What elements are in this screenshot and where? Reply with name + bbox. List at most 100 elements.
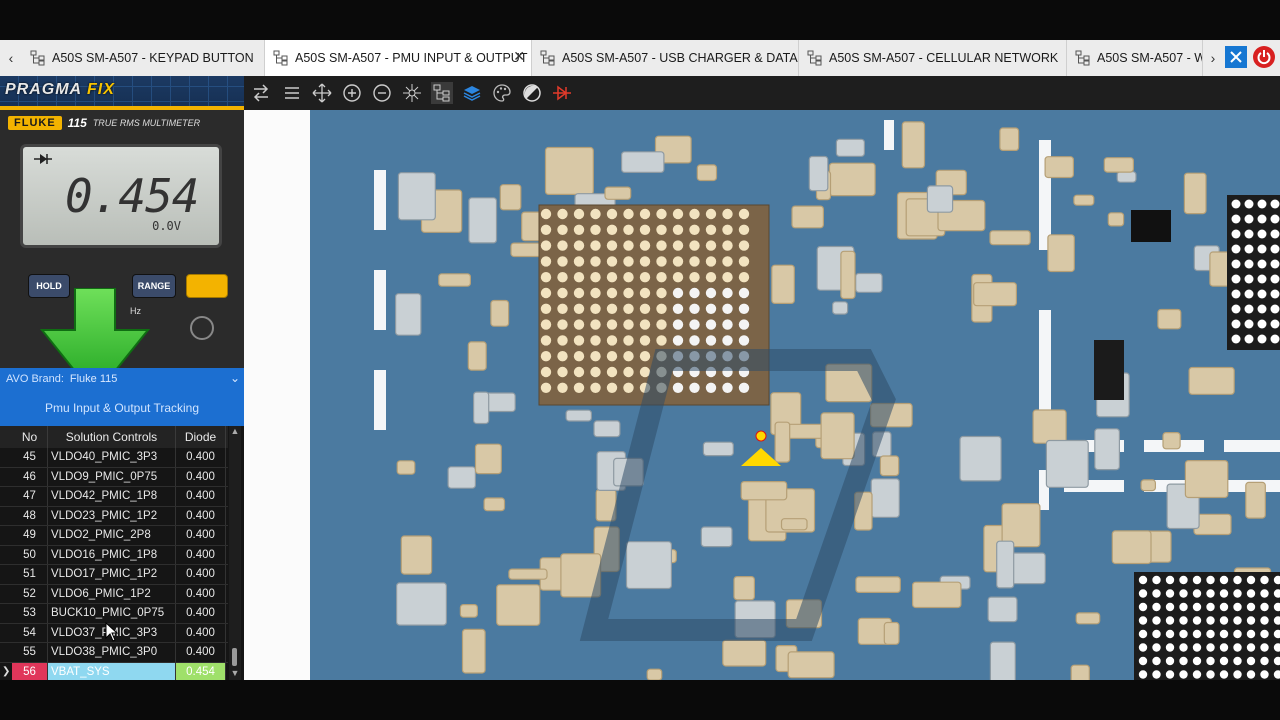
bga-ball — [1231, 229, 1241, 239]
network-button[interactable] — [401, 82, 423, 104]
row-number: 46 — [12, 467, 48, 486]
bga-ball — [606, 272, 618, 283]
bga-ball — [557, 335, 568, 346]
bga-ball — [540, 272, 552, 283]
table-row[interactable]: 53 BUCK10_PMIC_0P75 0.400 — [0, 604, 228, 624]
table-row[interactable]: 48 VLDO23_PMIC_1P2 0.400 — [0, 506, 228, 526]
zoom-out-button[interactable] — [371, 82, 393, 104]
bga-ball — [1246, 643, 1256, 652]
close-window-button[interactable] — [1225, 46, 1247, 68]
chevron-down-icon[interactable]: ⌄ — [230, 371, 240, 385]
layers-button[interactable] — [461, 82, 483, 104]
bga-ball — [1165, 589, 1175, 598]
row-solution-name: VLDO16_PMIC_1P8 — [48, 545, 176, 564]
contrast-button[interactable] — [521, 82, 543, 104]
bga-ball — [705, 287, 717, 299]
bga-ball — [1179, 589, 1188, 598]
bga-ball — [1179, 575, 1188, 585]
row-solution-name: VLDO2_PMIC_2P8 — [48, 526, 176, 545]
table-row[interactable]: ❯ 56 VBAT_SYS 0.454 — [0, 662, 228, 680]
table-row[interactable]: 52 VLDO6_PMIC_1P2 0.400 — [0, 584, 228, 604]
table-row[interactable]: 45 VLDO40_PMIC_3P3 0.400 — [0, 448, 228, 468]
bga-ball — [540, 335, 552, 346]
zoom-in-button[interactable] — [341, 82, 363, 104]
table-row[interactable]: 46 VLDO9_PMIC_0P75 0.400 — [0, 467, 228, 487]
tree-view-button[interactable] — [431, 82, 453, 104]
bga-ball — [672, 382, 684, 393]
palette-button[interactable] — [491, 82, 513, 104]
bga-ball — [606, 382, 618, 393]
board-view[interactable] — [244, 110, 1280, 680]
tab-pmu-input-output[interactable]: A50S SM-A507 - PMU INPUT & OUTPUT ✕ — [265, 40, 532, 76]
swap-button[interactable] — [250, 82, 272, 104]
component — [999, 127, 1020, 151]
tab-cellular-network[interactable]: A50S SM-A507 - CELLULAR NETWORK — [799, 40, 1067, 76]
move-button[interactable] — [311, 82, 333, 104]
scroll-thumb[interactable] — [232, 648, 237, 666]
table-row[interactable]: 51 VLDO17_PMIC_1P2 0.400 — [0, 565, 228, 585]
component — [496, 584, 541, 626]
bga-ball — [705, 224, 717, 235]
bga-ball — [656, 303, 667, 314]
row-diode-value: 0.400 — [176, 467, 226, 486]
bga-ball — [573, 351, 585, 362]
bga-ball — [606, 319, 618, 330]
component — [870, 478, 900, 518]
bga-ball — [573, 224, 585, 235]
bga-ball — [1165, 575, 1175, 585]
avo-brand-row[interactable]: AVO Brand: Fluke 115 ⌄ — [0, 368, 244, 390]
component — [808, 155, 829, 192]
tab-keypad-button[interactable]: A50S SM-A507 - KEYPAD BUTTON — [22, 40, 265, 76]
menu-button[interactable] — [281, 82, 303, 104]
power-icon — [1257, 50, 1271, 65]
component — [702, 441, 734, 457]
scroll-down-icon[interactable]: ▼ — [229, 668, 241, 678]
avo-brand-select[interactable]: Fluke 115 — [70, 373, 118, 385]
row-solution-name: BUCK10_PMIC_0P75 — [48, 604, 176, 623]
bga-ball — [656, 256, 667, 267]
table-row[interactable]: 50 VLDO16_PMIC_1P8 0.400 — [0, 545, 228, 565]
component — [791, 205, 824, 229]
bga-ball — [1179, 602, 1188, 612]
silkscreen-mark — [374, 170, 386, 230]
table-row[interactable]: 49 VLDO2_PMIC_2P8 0.400 — [0, 526, 228, 546]
vertical-scrollbar[interactable]: ▲ ▼ — [229, 426, 241, 680]
tab-scroll-right-icon[interactable]: › — [1202, 40, 1224, 76]
yellow-button[interactable] — [186, 274, 228, 298]
bga-ball — [623, 208, 634, 220]
bga-ball — [672, 319, 684, 330]
tab-usb-charger-data[interactable]: A50S SM-A507 - USB CHARGER & DATA — [532, 40, 799, 76]
bga-ball — [590, 335, 601, 346]
row-diode-value: 0.400 — [176, 565, 226, 584]
bga-ball — [623, 256, 634, 267]
component — [774, 421, 791, 463]
table-row[interactable]: 55 VLDO38_PMIC_3P0 0.400 — [0, 643, 228, 663]
bga-ball — [738, 287, 750, 299]
row-diode-value: 0.400 — [176, 526, 226, 545]
scroll-up-icon[interactable]: ▲ — [229, 426, 241, 436]
column-header-value[interactable]: Diode — [176, 426, 226, 448]
rotary-dial[interactable] — [190, 316, 214, 340]
diode-mode-button[interactable] — [551, 82, 573, 104]
component — [926, 185, 954, 213]
bga-ball — [590, 366, 601, 378]
column-header-name[interactable]: Solution Controls — [48, 426, 176, 448]
bga-ball — [672, 303, 684, 314]
row-solution-name: VBAT_SYS — [48, 662, 176, 680]
layers-icon — [463, 86, 481, 101]
component — [473, 391, 490, 425]
bga-ball — [540, 303, 552, 314]
table-row[interactable]: 47 VLDO42_PMIC_1P8 0.400 — [0, 487, 228, 507]
tab-partial[interactable]: A50S SM-A507 - W — [1067, 40, 1203, 76]
column-header-no[interactable]: No — [12, 426, 48, 448]
bga-ball — [1206, 656, 1215, 666]
component — [447, 466, 477, 489]
tab-scroll-left-icon[interactable]: ‹ — [0, 40, 22, 76]
bga-ball — [1257, 289, 1267, 299]
bga-ball — [672, 335, 684, 346]
bga-ball — [1244, 289, 1254, 299]
close-icon[interactable]: ✕ — [513, 48, 525, 65]
power-button[interactable] — [1253, 46, 1275, 68]
row-diode-value: 0.400 — [176, 584, 226, 603]
bga-ball — [557, 272, 568, 283]
